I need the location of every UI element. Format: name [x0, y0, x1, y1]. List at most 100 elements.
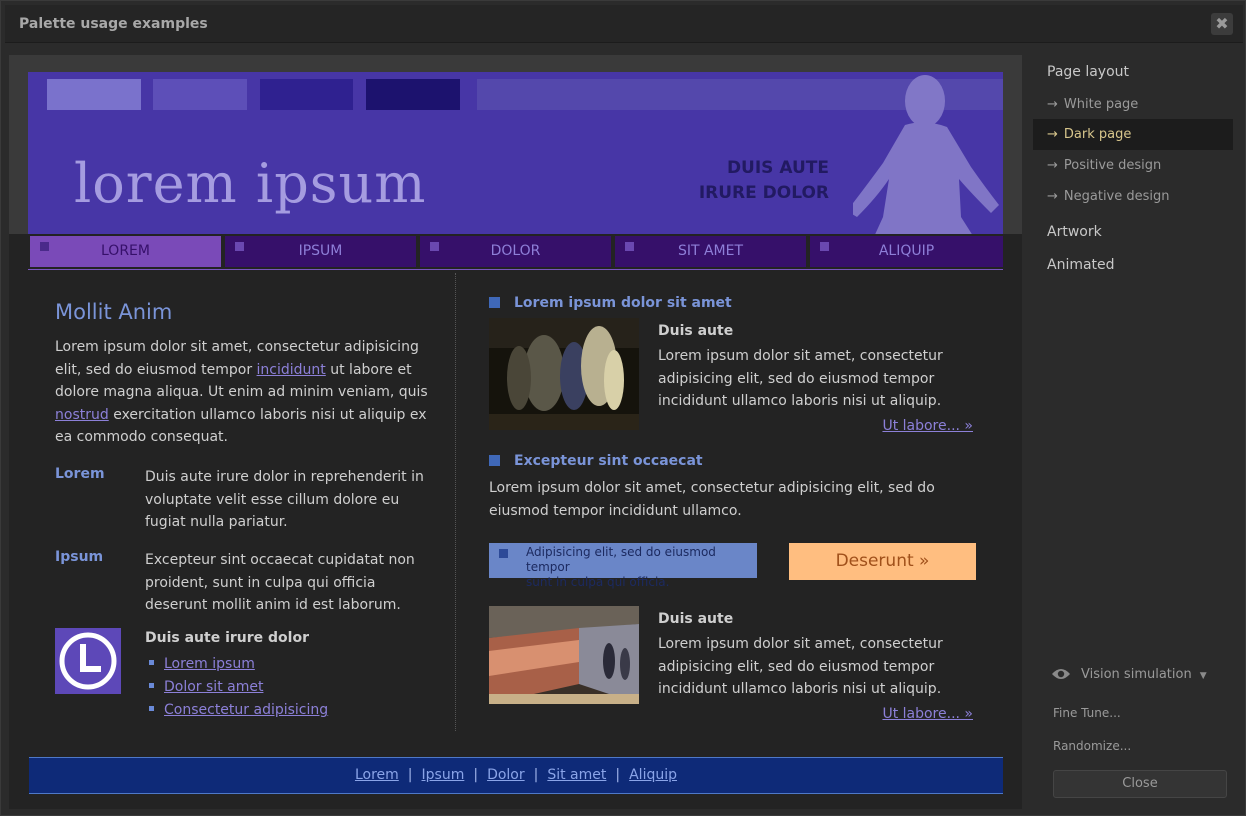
list-item: Consectetur adipisicing: [145, 699, 328, 722]
nav-item-aliquip[interactable]: ALIQUIP: [810, 236, 1003, 267]
artwork-heading[interactable]: Artwork: [1047, 224, 1102, 240]
chevron-down-icon: ▼: [1199, 671, 1207, 681]
banner-title: lorem ipsum: [74, 152, 427, 215]
section-heading: Mollit Anim: [55, 300, 173, 324]
read-more-link-1[interactable]: Ut labore... »: [882, 418, 973, 434]
footer-link-dolor[interactable]: Dolor: [487, 767, 525, 783]
sidebar-item-white-page[interactable]: → White page: [1033, 89, 1233, 120]
arrow-right-icon: →: [1047, 189, 1058, 204]
nav-item-ipsum[interactable]: IPSUM: [225, 236, 416, 267]
definition-term: Lorem: [55, 466, 105, 482]
banner: lorem ipsum DUIS AUTE IRURE DOLOR: [28, 72, 1003, 234]
randomize-button[interactable]: Randomize...: [1053, 739, 1131, 753]
bullet-icon: [149, 660, 154, 665]
list-heading: Duis aute irure dolor: [145, 630, 309, 646]
fine-tune-button[interactable]: Fine Tune...: [1053, 706, 1121, 720]
link-list: Lorem ipsum Dolor sit amet Consectetur a…: [145, 653, 328, 722]
sidebar-item-label: White page: [1063, 97, 1139, 112]
definition-term: Ipsum: [55, 549, 104, 565]
sidebar-item-positive-design[interactable]: → Positive design: [1033, 150, 1233, 181]
nav-label: ALIQUIP: [878, 243, 935, 259]
note-line1: Adipisicing elit, sed do eiusmod tempor: [526, 545, 716, 574]
note-text: Adipisicing elit, sed do eiusmod tempor …: [526, 545, 757, 590]
footer-link-lorem[interactable]: Lorem: [355, 767, 399, 783]
palette-dialog: Palette usage examples ✖ lorem ipsum DUI…: [0, 0, 1246, 816]
definition-desc: Excepteur sint occaecat cupidatat non pr…: [145, 552, 415, 613]
sidebar-item-label: Positive design: [1063, 158, 1162, 173]
footer-link-aliquip[interactable]: Aliquip: [629, 767, 677, 783]
close-button[interactable]: Close: [1053, 770, 1227, 798]
nav-item-dolor[interactable]: DOLOR: [420, 236, 611, 267]
note-line2: sunt in culpa qui officia.: [526, 575, 670, 589]
section1-heading: Lorem ipsum dolor sit amet: [489, 295, 732, 311]
section1-text: Lorem ipsum dolor sit amet, consectetur …: [658, 348, 943, 409]
nav-item-sit-amet[interactable]: SIT AMET: [615, 236, 806, 267]
section2-heading: Excepteur sint occaecat: [489, 453, 703, 469]
sidebar-item-negative-design[interactable]: → Negative design: [1033, 181, 1233, 212]
nav-bar: LOREM IPSUM DOLOR SIT AMET ALIQUIP: [28, 234, 1003, 270]
nav-item-lorem[interactable]: LOREM: [30, 236, 221, 267]
swatch-3: [260, 79, 353, 110]
dialog-title: Palette usage examples: [19, 16, 208, 32]
read-more-link-2[interactable]: Ut labore... »: [882, 706, 973, 722]
footer-separator: |: [407, 767, 413, 783]
nav-square-icon: [625, 242, 634, 251]
sidebar-item-label: Negative design: [1063, 189, 1170, 204]
note-square-icon: [499, 549, 508, 558]
intro-paragraph: Lorem ipsum dolor sit amet, consectetur …: [55, 336, 435, 449]
swatch-1: [47, 79, 141, 110]
section3-subhead: Duis aute: [658, 611, 734, 627]
section3-text: Lorem ipsum dolor sit amet, consectetur …: [658, 636, 943, 697]
footer-links-bar: Lorem | Ipsum | Dolor | Sit amet | Aliquip: [29, 757, 1003, 794]
banner-subtitle: DUIS AUTE IRURE DOLOR: [699, 156, 829, 206]
note-box: Adipisicing elit, sed do eiusmod tempor …: [489, 543, 757, 589]
bullet-icon: [149, 683, 154, 688]
list-item: Lorem ipsum: [145, 653, 328, 676]
list-item: Dolor sit amet: [145, 676, 328, 699]
footer-link-ipsum[interactable]: Ipsum: [422, 767, 465, 783]
section1-subhead: Duis aute: [658, 323, 734, 339]
vision-label: Vision simulation: [1081, 667, 1192, 682]
arrow-right-icon: →: [1047, 127, 1058, 142]
page-layout-heading[interactable]: Page layout: [1047, 64, 1129, 80]
clock-logo-icon: [55, 628, 121, 694]
animated-heading[interactable]: Animated: [1047, 257, 1115, 273]
definition-desc: Duis aute irure dolor in reprehenderit i…: [145, 469, 424, 530]
link-incididunt[interactable]: incididunt: [257, 362, 326, 378]
nav-label: IPSUM: [298, 243, 343, 259]
bullet-icon: [149, 706, 154, 711]
nav-square-icon: [235, 242, 244, 251]
list-link-consectetur[interactable]: Consectetur adipisicing: [164, 702, 328, 718]
link-nostrud[interactable]: nostrud: [55, 407, 109, 423]
sidebar-item-dark-page[interactable]: → Dark page: [1033, 119, 1233, 150]
nav-label: LOREM: [101, 243, 150, 259]
eye-icon: [1052, 669, 1070, 679]
title-bar: Palette usage examples ✖: [5, 5, 1243, 43]
list-link-dolor-sit-amet[interactable]: Dolor sit amet: [164, 679, 263, 695]
sidebar: Page layout → White page → Dark page → Posi…: [1033, 55, 1235, 809]
woman-silhouette-image: [853, 75, 999, 234]
deserunt-button[interactable]: Deserunt »: [789, 543, 976, 580]
nav-label: SIT AMET: [677, 243, 744, 259]
preview-panel: lorem ipsum DUIS AUTE IRURE DOLOR LOREM …: [9, 55, 1022, 809]
nav-square-icon: [820, 242, 829, 251]
close-icon[interactable]: ✖: [1211, 13, 1233, 35]
footer-separator: |: [615, 767, 621, 783]
arrow-right-icon: →: [1047, 97, 1058, 112]
swatch-2: [153, 79, 247, 110]
section2-text: Lorem ipsum dolor sit amet, consectetur …: [489, 480, 935, 519]
list-link-lorem-ipsum[interactable]: Lorem ipsum: [164, 656, 255, 672]
section2-heading-text: Excepteur sint occaecat: [514, 453, 703, 469]
arrow-right-icon: →: [1047, 158, 1058, 173]
banner-subtitle-line2: IRURE DOLOR: [698, 183, 829, 203]
footer-link-sit-amet[interactable]: Sit amet: [547, 767, 606, 783]
footer-separator: |: [533, 767, 539, 783]
square-bullet-icon: [489, 455, 500, 466]
nav-label: DOLOR: [490, 243, 541, 259]
vision-simulation-dropdown[interactable]: Vision simulation ▼: [1051, 667, 1207, 682]
swatch-4: [366, 79, 460, 110]
subway-train-photo: [489, 606, 639, 704]
nav-square-icon: [40, 242, 49, 251]
paragraph-text: exercitation ullamco laboris nisi ut ali…: [55, 406, 427, 446]
footer-separator: |: [473, 767, 479, 783]
